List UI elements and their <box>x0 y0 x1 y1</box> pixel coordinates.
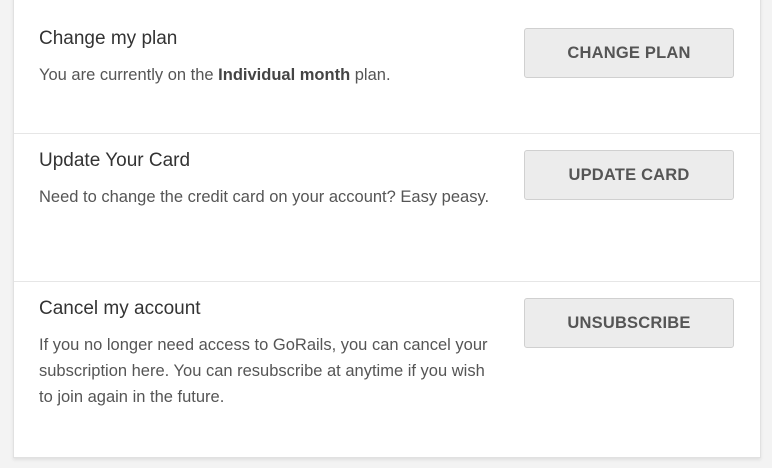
update-card-button[interactable]: UPDATE CARD <box>524 150 734 200</box>
change-plan-description: You are currently on the Individual mont… <box>39 62 494 88</box>
change-plan-button[interactable]: CHANGE PLAN <box>524 28 734 78</box>
update-card-description: Need to change the credit card on your a… <box>39 188 490 206</box>
plan-desc-prefix: You are currently on the <box>39 66 219 84</box>
cancel-account-heading: Cancel my account <box>39 298 201 319</box>
plan-desc-suffix: plan. <box>350 66 391 84</box>
change-plan-section: Change my plan You are currently on the … <box>14 12 760 134</box>
current-plan-name: Individual month <box>218 66 351 84</box>
cancel-account-section: Cancel my account If you no longer need … <box>14 282 760 457</box>
change-plan-heading: Change my plan <box>39 28 178 49</box>
update-card-heading: Update Your Card <box>39 150 191 171</box>
account-settings-card: Change my plan You are currently on the … <box>13 0 761 458</box>
update-card-section: Update Your Card Need to change the cred… <box>14 134 760 282</box>
unsubscribe-button[interactable]: UNSUBSCRIBE <box>524 298 734 348</box>
cancel-account-description: If you no longer need access to GoRails,… <box>39 336 488 406</box>
